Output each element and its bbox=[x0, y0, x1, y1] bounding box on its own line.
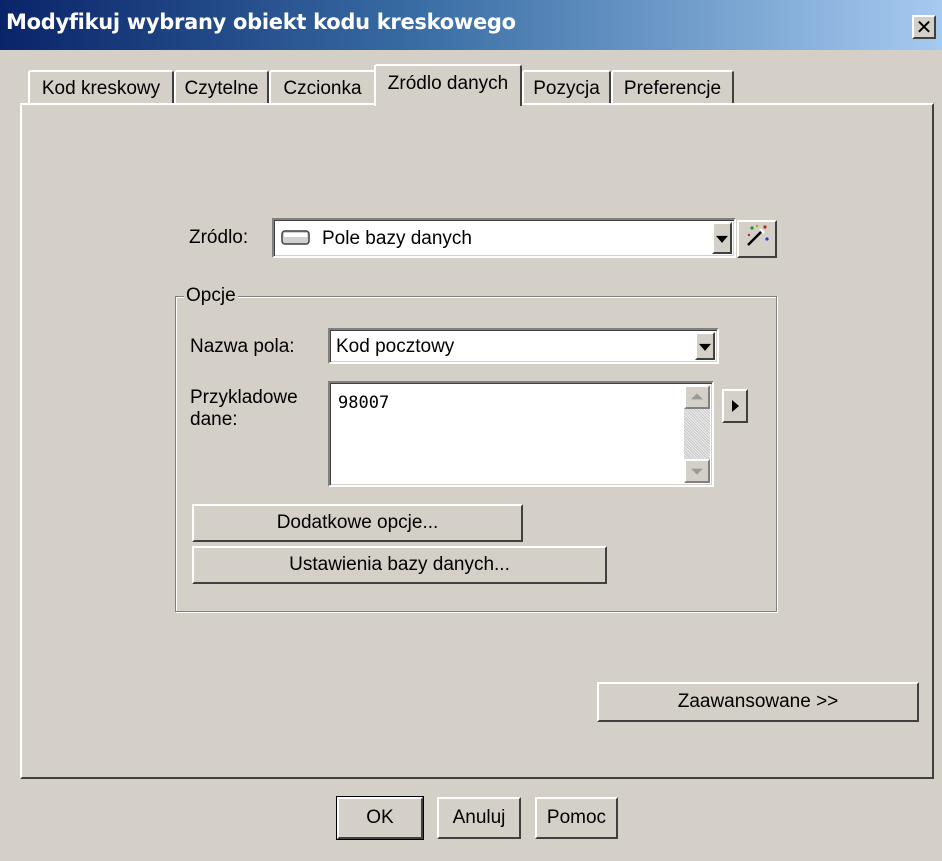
sample-data-textarea[interactable]: 98007 bbox=[328, 381, 714, 487]
close-icon: ✕ bbox=[915, 15, 933, 39]
sample-data-insert-button[interactable] bbox=[722, 389, 748, 423]
sample-data-label: Przykladowe dane: bbox=[190, 387, 298, 430]
ok-label: OK bbox=[366, 807, 394, 828]
dialog-window: Modyfikuj wybrany obiekt kodu kreskowego… bbox=[0, 0, 942, 861]
field-name-value: Kod pocztowy bbox=[336, 336, 455, 357]
tab-label: Kod kreskowy bbox=[41, 78, 161, 99]
more-options-button[interactable]: Dodatkowe opcje... bbox=[192, 504, 523, 542]
field-name-dropdown[interactable]: Kod pocztowy bbox=[328, 328, 719, 364]
active-tab-joint bbox=[376, 101, 520, 106]
advanced-label: Zaawansowane >> bbox=[677, 691, 839, 712]
help-button[interactable]: Pomoc bbox=[535, 797, 618, 839]
more-options-label: Dodatkowe opcje... bbox=[276, 512, 439, 533]
tab-label: Czytelne bbox=[184, 78, 259, 99]
source-wizard-button[interactable] bbox=[737, 220, 777, 258]
database-settings-button[interactable]: Ustawienia bazy danych... bbox=[192, 546, 607, 584]
help-label: Pomoc bbox=[546, 807, 607, 828]
ok-button[interactable]: OK bbox=[336, 796, 424, 840]
chevron-down-icon[interactable] bbox=[695, 332, 715, 360]
advanced-button[interactable]: Zaawansowane >> bbox=[597, 682, 919, 722]
scroll-up-icon[interactable] bbox=[684, 385, 710, 409]
sample-data-scrollbar[interactable] bbox=[684, 385, 710, 483]
close-button[interactable]: ✕ bbox=[912, 15, 936, 39]
tab-pozycja[interactable]: Pozycja bbox=[522, 70, 611, 104]
scroll-track[interactable] bbox=[684, 409, 710, 459]
tab-czcionka[interactable]: Czcionka bbox=[269, 70, 376, 104]
database-settings-label: Ustawienia bazy danych... bbox=[289, 554, 510, 575]
chevron-right-icon bbox=[731, 400, 739, 412]
tab-czytelne[interactable]: Czytelne bbox=[174, 70, 269, 104]
source-value: Pole bazy danych bbox=[322, 228, 472, 249]
source-dropdown[interactable]: Pole bazy danych bbox=[272, 218, 736, 258]
tab-kod-kreskowy[interactable]: Kod kreskowy bbox=[28, 70, 174, 104]
tab-preferencje[interactable]: Preferencje bbox=[611, 70, 734, 104]
tab-zrodlo-danych[interactable]: Zródlo danych bbox=[374, 64, 522, 106]
dialog-title: Modyfikuj wybrany obiekt kodu kreskowego bbox=[6, 10, 516, 34]
title-bar[interactable]: Modyfikuj wybrany obiekt kodu kreskowego… bbox=[0, 0, 942, 50]
tab-label: Czcionka bbox=[283, 78, 362, 99]
database-field-icon bbox=[281, 229, 311, 252]
source-label: Zródlo: bbox=[189, 227, 249, 248]
cancel-label: Anuluj bbox=[452, 807, 506, 828]
field-name-label: Nazwa pola: bbox=[190, 336, 295, 357]
cancel-button[interactable]: Anuluj bbox=[437, 797, 521, 839]
tab-label: Preferencje bbox=[623, 78, 722, 99]
options-group-label: Opcje bbox=[184, 285, 238, 307]
tab-label: Zródlo danych bbox=[387, 73, 509, 94]
chevron-down-icon[interactable] bbox=[712, 222, 732, 254]
sample-data-value: 98007 bbox=[338, 393, 390, 413]
scroll-down-icon[interactable] bbox=[684, 459, 710, 483]
tab-label: Pozycja bbox=[533, 78, 600, 99]
magic-wand-icon bbox=[744, 223, 770, 255]
